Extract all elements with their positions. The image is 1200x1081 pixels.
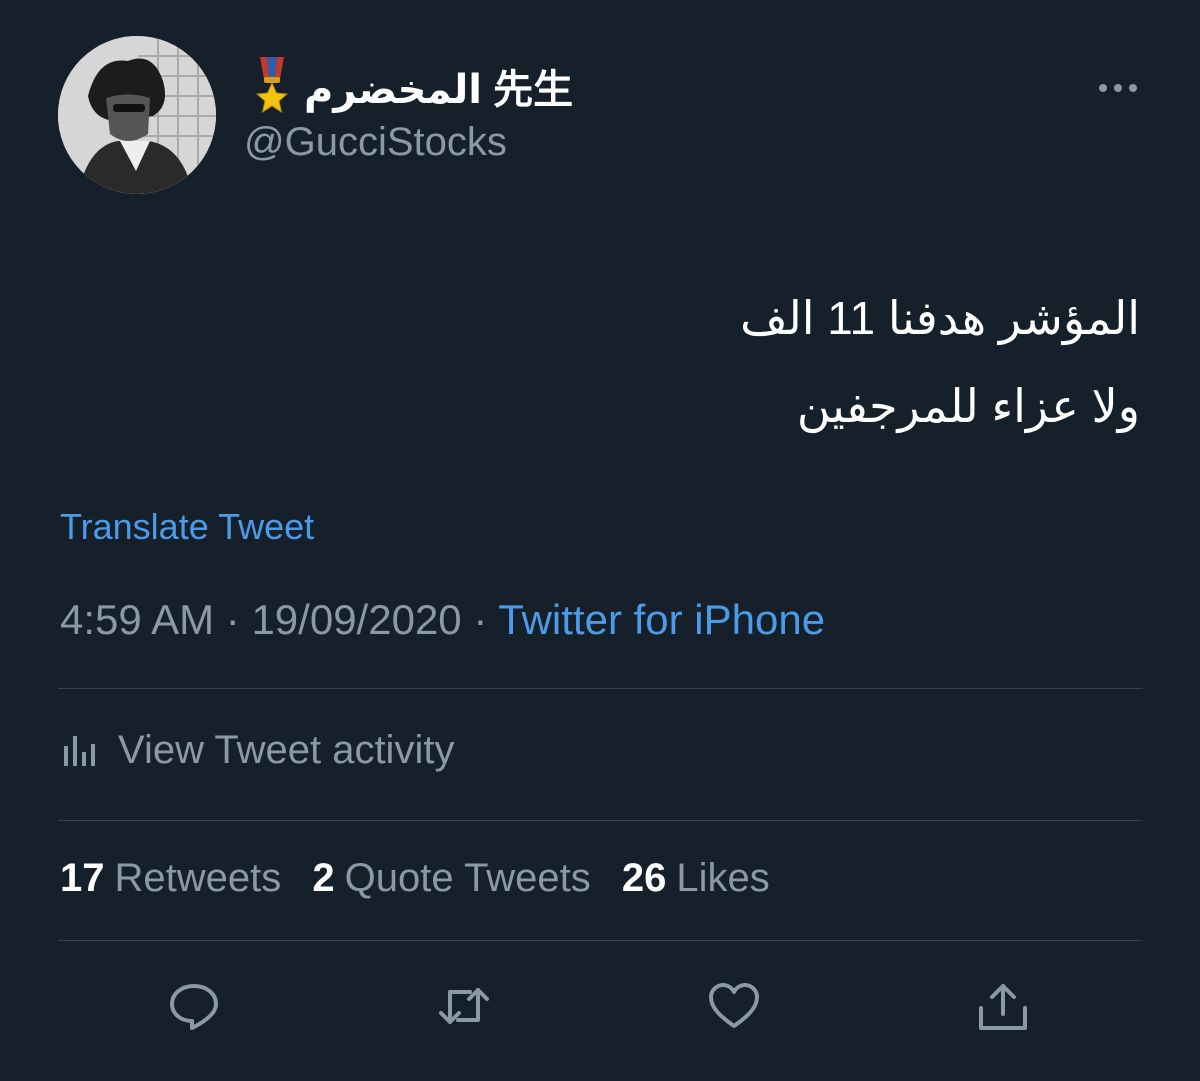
display-name-text: المخضرم 先生 (304, 68, 574, 112)
divider (58, 820, 1143, 821)
author-handle[interactable]: @GucciStocks (244, 120, 507, 165)
retweet-button[interactable] (436, 978, 492, 1034)
meta-separator: · (473, 596, 488, 643)
more-options-icon[interactable] (1096, 78, 1140, 98)
likes-stat[interactable]: 26 Likes (622, 856, 770, 900)
retweets-count: 17 (60, 856, 105, 900)
tweet-source-link[interactable]: Twitter for iPhone (498, 596, 825, 643)
tweet-metadata: 4:59 AM · 19/09/2020 · Twitter for iPhon… (60, 596, 825, 644)
tweet-text-line: ولا عزاء للمرجفين (796, 380, 1140, 432)
share-icon (979, 984, 1027, 1030)
translate-tweet-link[interactable]: Translate Tweet (60, 506, 314, 548)
avatar[interactable] (58, 36, 216, 194)
tweet-time: 4:59 AM (60, 596, 215, 643)
tweet-stats: 17 Retweets 2 Quote Tweets 26 Likes (60, 856, 790, 901)
author-display-name[interactable]: المخضرم 先生 (250, 56, 573, 116)
retweet-icon (439, 988, 489, 1024)
military-medal-icon (255, 57, 289, 114)
like-icon (709, 983, 759, 1028)
reply-button[interactable] (166, 978, 222, 1034)
tweet-date: 19/09/2020 (251, 596, 462, 643)
tweet-text: المؤشر هدفنا 11 الف ولا عزاء للمرجفين (60, 274, 1140, 450)
retweets-stat[interactable]: 17 Retweets (60, 856, 281, 900)
divider (58, 940, 1143, 941)
likes-label: Likes (676, 856, 770, 900)
view-tweet-activity-button[interactable]: View Tweet activity (62, 722, 454, 778)
tweet-text-line: المؤشر هدفنا 11 الف (740, 292, 1140, 344)
likes-count: 26 (621, 856, 667, 900)
reply-icon (170, 984, 218, 1030)
share-button[interactable] (975, 978, 1031, 1034)
quote-tweets-stat[interactable]: 2 Quote Tweets (312, 856, 590, 900)
like-button[interactable] (706, 978, 762, 1034)
view-tweet-activity-label: View Tweet activity (118, 727, 455, 772)
quote-tweets-label: Quote Tweets (344, 856, 591, 900)
meta-separator: · (225, 596, 240, 643)
bar-chart-icon (64, 736, 95, 766)
retweets-label: Retweets (114, 856, 282, 900)
quote-tweets-count: 2 (312, 856, 335, 900)
divider (58, 688, 1143, 689)
avatar-photo (58, 36, 216, 194)
